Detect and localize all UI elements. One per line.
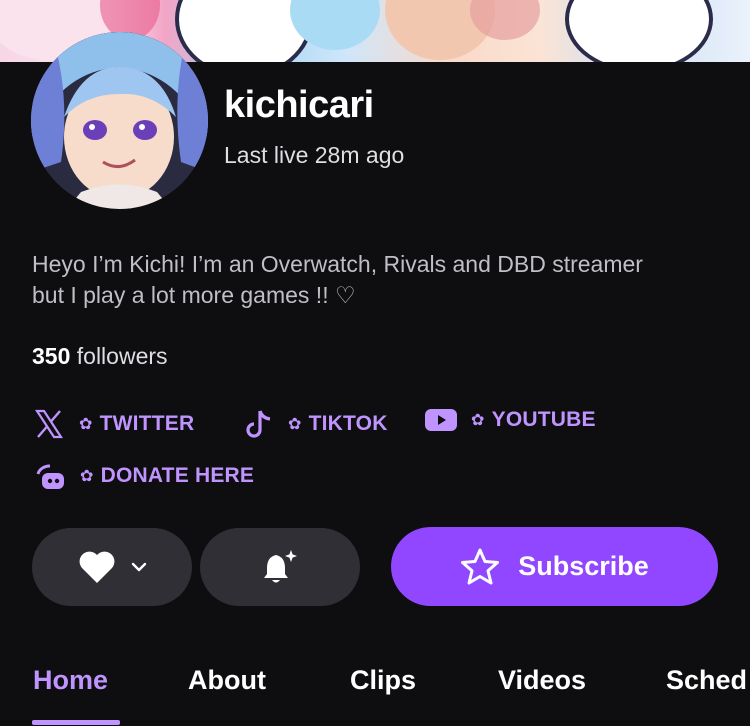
social-link-twitter[interactable]: ✿ TWITTER: [33, 408, 194, 440]
channel-avatar[interactable]: [31, 32, 208, 209]
followers-count: 350 followers: [32, 343, 168, 370]
subscribe-label: Subscribe: [518, 551, 649, 581]
youtube-icon: [425, 408, 457, 432]
streamelements-icon: [34, 460, 66, 492]
tab-home[interactable]: Home: [33, 665, 108, 696]
followers-label: followers: [76, 343, 168, 369]
heart-icon: [77, 549, 117, 585]
channel-name: kichicari: [224, 84, 374, 126]
x-icon: [33, 408, 65, 440]
channel-tabs: Home About Clips Videos Sched: [0, 660, 750, 726]
active-tab-indicator: [32, 720, 120, 725]
subscribe-button[interactable]: Subscribe: [391, 527, 718, 606]
flower-icon: ✿: [471, 412, 485, 429]
channel-bio: Heyo I’m Kichi! I’m an Overwatch, Rivals…: [32, 251, 643, 308]
bell-sparkle-icon: [260, 547, 300, 587]
followers-number: 350: [32, 343, 71, 369]
tab-about[interactable]: About: [188, 665, 266, 696]
social-label: DONATE HERE: [100, 464, 255, 487]
flower-icon: ✿: [79, 416, 93, 433]
last-live-status: Last live 28m ago: [224, 142, 405, 168]
social-label: YOUTUBE: [491, 408, 596, 431]
flower-icon: ✿: [288, 416, 302, 433]
tab-schedule[interactable]: Sched: [666, 665, 747, 696]
star-icon: [460, 548, 500, 586]
flower-icon: ✿: [80, 468, 94, 485]
social-link-tiktok[interactable]: ✿ TIKTOK: [246, 408, 388, 440]
tab-videos[interactable]: Videos: [498, 665, 586, 696]
social-link-donate[interactable]: ✿ DONATE HERE: [34, 460, 254, 492]
chevron-down-icon[interactable]: [131, 561, 147, 573]
social-label: TIKTOK: [308, 412, 388, 435]
follow-button[interactable]: [32, 528, 192, 606]
social-link-youtube[interactable]: ✿ YOUTUBE: [425, 408, 596, 432]
tiktok-icon: [246, 408, 274, 440]
tab-clips[interactable]: Clips: [350, 665, 416, 696]
notifications-button[interactable]: [200, 528, 360, 606]
social-label: TWITTER: [99, 412, 195, 435]
